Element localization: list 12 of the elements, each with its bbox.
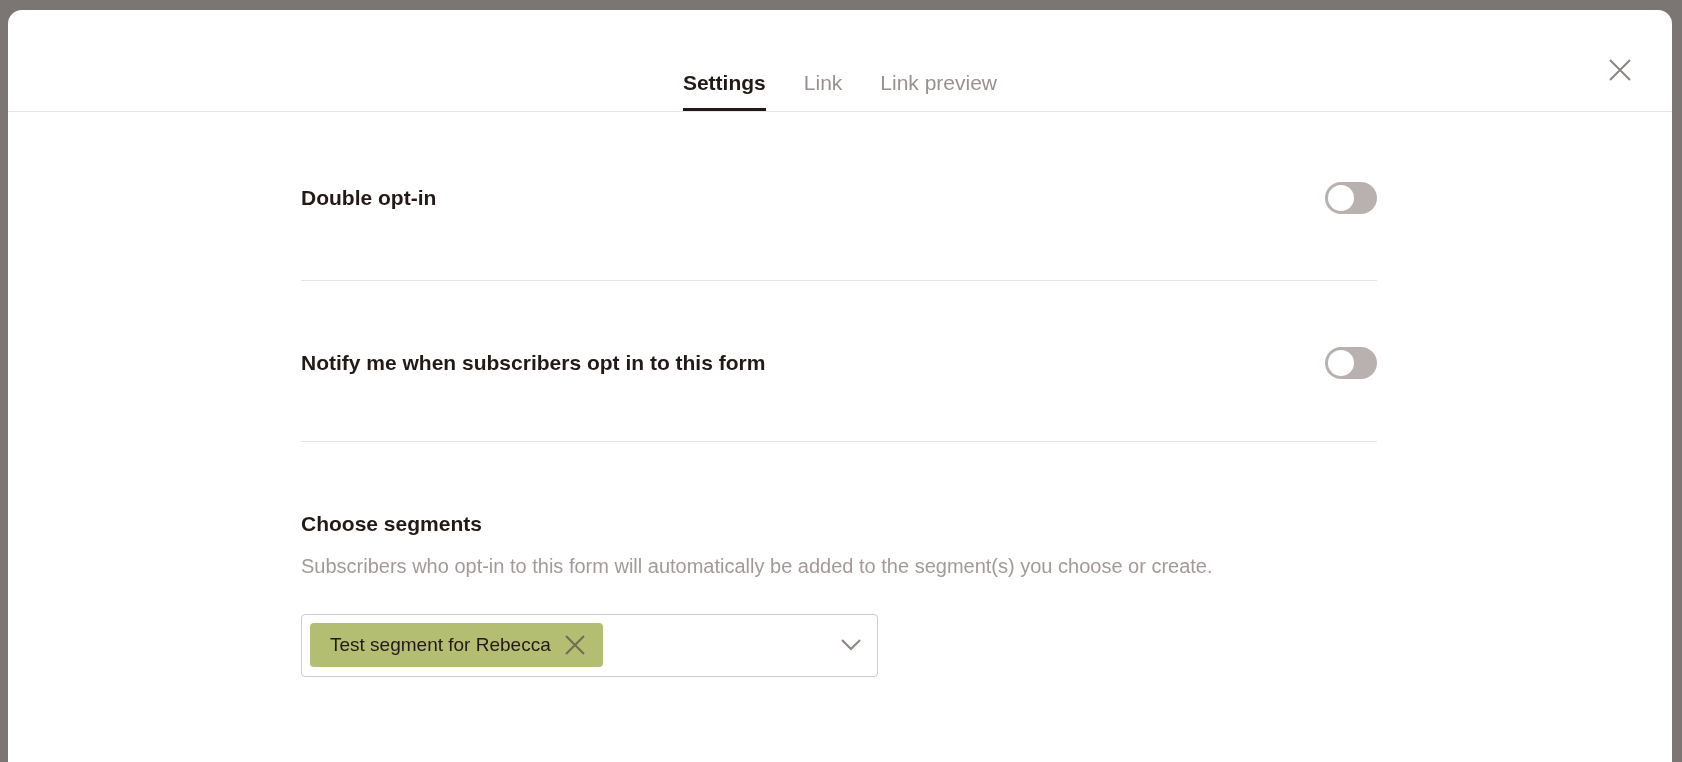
- tab[interactable]: Settings: [682, 10, 766, 111]
- chip-label: Test segment for Rebecca: [330, 632, 551, 657]
- setting-label: Double opt-in: [301, 185, 437, 212]
- segment-select[interactable]: Test segment for Rebecca: [301, 613, 878, 677]
- close-icon: [1609, 59, 1631, 81]
- remove-icon[interactable]: [564, 635, 585, 655]
- section-title: Choose segments: [301, 511, 483, 537]
- toggle-switch[interactable]: [1325, 182, 1377, 214]
- setting-label: Notify me when subscribers opt in to this form: [301, 350, 766, 377]
- chevron-down-icon: [841, 639, 861, 651]
- toggle-switch[interactable]: [1325, 347, 1377, 379]
- section-description: Subscribers who opt-in to this form will automatically be added to the segment(s) you choose or create.: [301, 553, 1214, 579]
